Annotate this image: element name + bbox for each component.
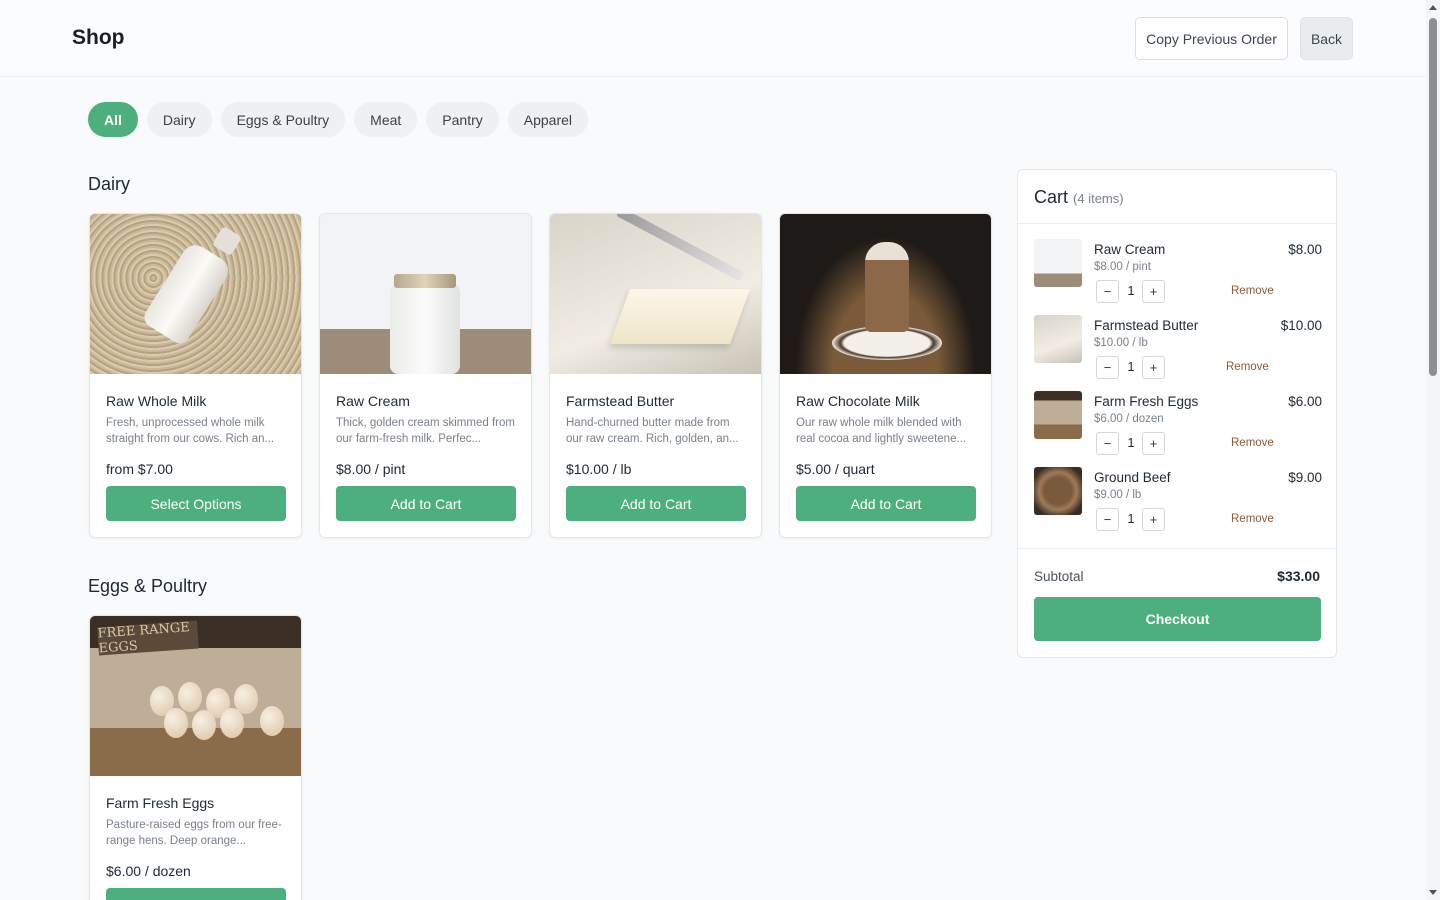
subtotal-value: $33.00 [1277,568,1320,584]
scroll-up-arrow-icon[interactable] [1429,5,1437,10]
quantity-value: 1 [1127,283,1135,298]
product-description: Thick, golden cream skimmed from our far… [336,417,515,445]
product-price: $8.00 / pint [336,461,406,477]
page-title: Shop [72,26,125,49]
decrease-quantity-button[interactable]: − [1096,508,1119,531]
quantity-value: 1 [1127,359,1135,374]
increase-quantity-button[interactable]: + [1142,432,1165,455]
product-price: $6.00 / dozen [106,863,191,879]
product-description: Fresh, unprocessed whole milk straight f… [106,417,275,445]
product-name: Raw Cream [336,393,410,409]
increase-quantity-button[interactable]: + [1142,508,1165,531]
scroll-down-arrow-icon[interactable] [1429,890,1437,895]
cart-item-count: (4 items) [1073,191,1124,206]
product-description: Pasture-raised eggs from our free-range … [106,819,282,847]
quantity-value: 1 [1127,435,1135,450]
checkout-button[interactable]: Checkout [1034,597,1321,641]
decrease-quantity-button[interactable]: − [1096,432,1119,455]
cart-item-thumbnail [1034,315,1082,363]
cart-item-total: $10.00 [1280,318,1322,333]
eggs-sign: FREE RANGE EGGS [97,620,199,656]
filter-chip-dairy[interactable]: Dairy [146,102,212,137]
product-image[interactable] [780,214,991,374]
product-image[interactable] [320,214,531,374]
cart-item-unit-price: $8.00 / pint [1094,261,1151,273]
product-card: Raw Whole Milk Fresh, unprocessed whole … [89,213,302,538]
scrollbar-thumb[interactable] [1429,18,1437,376]
page-scrollbar[interactable] [1426,0,1440,900]
select-options-button[interactable]: Select Options [106,486,286,521]
filter-chip-apparel[interactable]: Apparel [507,102,589,137]
remove-item-link[interactable]: Remove [1231,437,1274,449]
product-card: Raw Chocolate Milk Our raw whole milk bl… [779,213,992,538]
add-to-cart-button[interactable]: Add to Cart [796,486,976,521]
cart-item-total: $6.00 [1288,394,1322,409]
category-filter-bar: All Dairy Eggs & Poultry Meat Pantry App… [88,102,589,137]
add-to-cart-button[interactable]: Add to Cart [106,888,286,900]
cart-item-name: Ground Beef [1094,470,1171,485]
divider [1018,548,1336,549]
product-image[interactable] [550,214,761,374]
product-image[interactable] [90,214,301,374]
cart-item-thumbnail [1034,391,1082,439]
product-name: Farm Fresh Eggs [106,795,215,811]
top-bar: Shop Copy Previous Order Back [0,0,1426,77]
product-price: $10.00 / lb [566,461,632,477]
add-to-cart-button[interactable]: Add to Cart [566,486,746,521]
cart-item: Farm Fresh Eggs $6.00 / dozen $6.00 − 1 … [1034,391,1322,459]
cart-header: Cart (4 items) [1034,187,1124,208]
filter-chip-meat[interactable]: Meat [354,102,418,137]
cart-item-thumbnail [1034,467,1082,515]
subtotal-label: Subtotal [1034,569,1084,584]
remove-item-link[interactable]: Remove [1231,285,1274,297]
cart-item-unit-price: $9.00 / lb [1094,489,1142,501]
add-to-cart-button[interactable]: Add to Cart [336,486,516,521]
section-title-dairy: Dairy [88,174,131,194]
remove-item-link[interactable]: Remove [1231,513,1274,525]
section-title-eggs-poultry: Eggs & Poultry [88,576,208,596]
increase-quantity-button[interactable]: + [1142,356,1165,379]
cart-item: Raw Cream $8.00 / pint $8.00 − 1 + Remov… [1034,239,1322,307]
cart-item-name: Raw Cream [1094,242,1166,257]
cart-item: Farmstead Butter $10.00 / lb $10.00 − 1 … [1034,315,1322,383]
cart-panel: Cart (4 items) Raw Cream $8.00 / pint $8… [1017,169,1337,658]
cart-item-total: $9.00 [1288,470,1322,485]
filter-chip-all[interactable]: All [88,102,138,137]
filter-chip-eggs-poultry[interactable]: Eggs & Poultry [220,102,346,137]
cart-item-thumbnail [1034,239,1082,287]
product-description: Our raw whole milk blended with real coc… [796,417,967,445]
decrease-quantity-button[interactable]: − [1096,280,1119,303]
remove-item-link[interactable]: Remove [1226,361,1269,373]
product-image[interactable]: FREE RANGE EGGS [90,616,301,776]
quantity-value: 1 [1127,511,1135,526]
increase-quantity-button[interactable]: + [1142,280,1165,303]
cart-item-total: $8.00 [1288,242,1322,257]
product-price: $5.00 / quart [796,461,875,477]
divider [1018,223,1336,224]
product-name: Raw Chocolate Milk [796,393,920,409]
product-card: Raw Cream Thick, golden cream skimmed fr… [319,213,532,538]
copy-previous-order-button[interactable]: Copy Previous Order [1135,17,1288,60]
cart-item-unit-price: $10.00 / lb [1094,337,1148,349]
product-description: Hand-churned butter made from our raw cr… [566,417,739,445]
product-name: Farmstead Butter [566,393,675,409]
product-price: from $7.00 [106,461,173,477]
cart-item-name: Farm Fresh Eggs [1094,394,1199,409]
back-button[interactable]: Back [1300,17,1353,60]
cart-title: Cart [1034,187,1069,207]
product-card: Farmstead Butter Hand-churned butter mad… [549,213,762,538]
cart-item: Ground Beef $9.00 / lb $9.00 − 1 + Remov… [1034,467,1322,535]
filter-chip-pantry[interactable]: Pantry [426,102,499,137]
product-card: FREE RANGE EGGS Farm Fresh Eggs Pasture-… [89,615,302,900]
product-name: Raw Whole Milk [106,393,207,409]
cart-item-unit-price: $6.00 / dozen [1094,413,1164,425]
cart-item-name: Farmstead Butter [1094,318,1199,333]
decrease-quantity-button[interactable]: − [1096,356,1119,379]
